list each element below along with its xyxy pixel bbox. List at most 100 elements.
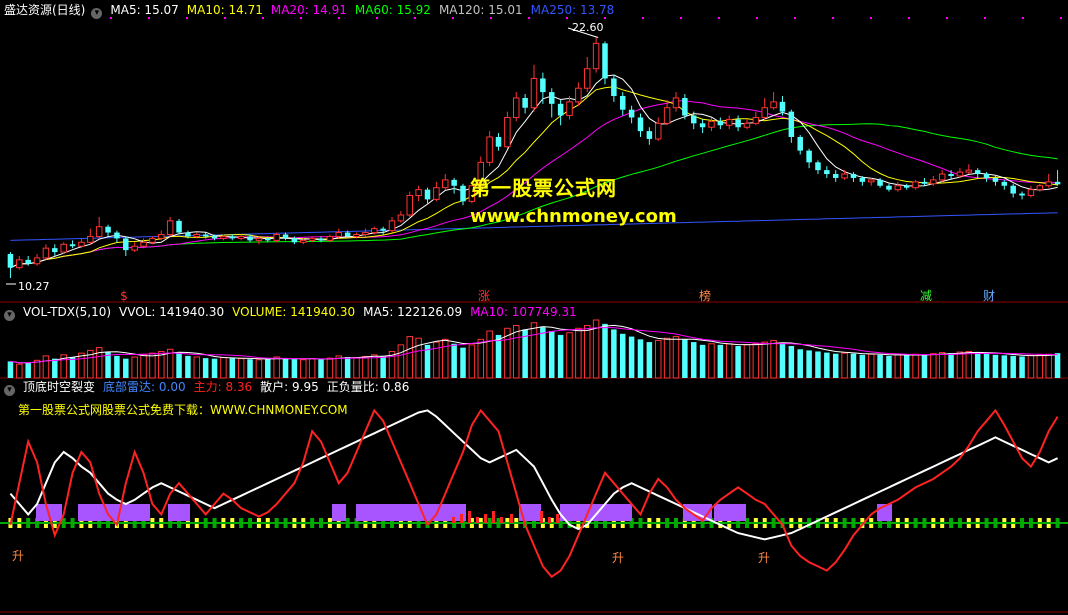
candle-body	[353, 234, 360, 237]
candle-body	[371, 228, 378, 234]
volume-bar	[797, 349, 803, 378]
volume-bar	[566, 332, 573, 379]
candle-body	[308, 237, 316, 241]
candle-body	[540, 78, 546, 93]
candle-body	[637, 117, 644, 132]
volume-bar	[1054, 353, 1061, 378]
top-marker-dot	[718, 17, 720, 19]
candle-body	[344, 232, 351, 237]
candle-body	[433, 187, 440, 200]
candle-body	[938, 173, 946, 181]
event-marker: 涨	[478, 288, 490, 303]
collapse-circle-icon[interactable]: ▾	[4, 385, 15, 396]
volume-bar	[211, 358, 218, 378]
candle-body	[886, 185, 892, 190]
candle-body	[16, 259, 23, 269]
volume-bar	[930, 353, 937, 379]
volume-bar	[965, 350, 973, 379]
candle-body	[300, 239, 307, 243]
volume-bar	[841, 352, 848, 379]
top-marker-dot	[832, 17, 834, 19]
candle-body	[983, 174, 990, 178]
candle-body	[965, 169, 973, 173]
low-price-label: 10.27	[18, 280, 50, 293]
rise-signal: 升	[612, 551, 624, 565]
volume-title: VOL-TDX(5,10)	[23, 305, 112, 319]
volume-bar	[123, 358, 129, 378]
volume-bar	[682, 339, 688, 378]
candle-body	[247, 236, 253, 241]
candle-body	[690, 115, 697, 124]
volume-bar	[575, 327, 582, 379]
volume-bar	[406, 336, 414, 379]
candle-body	[415, 189, 422, 196]
signal-bar	[492, 511, 495, 523]
candle-body	[725, 118, 733, 126]
volume-bar	[1001, 355, 1008, 378]
volume-legend: VVOL: 141940.30 VOLUME: 141940.30 MA5: 122…	[119, 305, 585, 319]
candle-body	[806, 150, 812, 163]
top-marker-dot	[984, 17, 986, 19]
candle-body	[797, 136, 803, 151]
candle-body	[60, 243, 67, 253]
volume-bar	[903, 355, 910, 378]
candle-body	[1045, 181, 1052, 187]
signal-bar	[484, 514, 487, 523]
candle-body	[992, 177, 999, 182]
top-marker-dot	[756, 17, 758, 19]
volume-bar	[938, 352, 946, 379]
candle-body	[52, 248, 58, 253]
candle-body	[654, 122, 662, 140]
signal-bar	[476, 517, 479, 523]
candle-body	[566, 101, 573, 117]
top-marker-dot	[946, 17, 948, 19]
volume-bar	[176, 352, 182, 378]
candle-body	[380, 228, 386, 231]
collapse-circle-icon[interactable]: ▾	[91, 8, 103, 19]
candle-body	[1001, 181, 1008, 186]
signal-bar	[540, 511, 543, 523]
signal-bar	[510, 514, 513, 523]
collapse-circle-icon[interactable]: ▾	[4, 310, 15, 321]
volume-bar	[530, 322, 538, 379]
candle-body	[832, 174, 839, 178]
stock-chart-window: $ 涨榜减财升升升 盛达资源(日线) ▾ MA5: 15.07 MA10: 14.71 M…	[0, 0, 1068, 615]
watermark-url: www.chnmoney.com	[470, 206, 677, 227]
candle-body	[193, 234, 201, 237]
candle-body	[282, 234, 289, 239]
volume-bar	[460, 347, 466, 378]
candle-body	[265, 238, 271, 241]
volume-bar	[557, 334, 564, 378]
candle-body	[903, 185, 910, 188]
candle-body	[255, 237, 263, 241]
volume-bar	[859, 354, 866, 378]
volume-bar	[743, 344, 751, 379]
indicator-title: 顶底时空裂变	[23, 380, 96, 394]
volume-bar	[806, 350, 812, 378]
candle-body	[628, 109, 635, 118]
candle-body	[291, 238, 298, 243]
candle-body	[114, 232, 120, 239]
candle-body	[530, 77, 538, 109]
volume-bar	[628, 336, 635, 378]
volume-bar	[25, 362, 31, 378]
candle-body	[442, 179, 449, 189]
volume-bar	[42, 355, 50, 379]
volume-bar	[486, 330, 493, 379]
indicator-legend-item: 主力: 8.36	[193, 380, 253, 394]
candle-body	[140, 241, 147, 247]
indicator-legend-item: 散户: 9.95	[260, 380, 319, 394]
volume-bar	[974, 352, 981, 378]
volume-legend-item: MA5: 122126.09	[363, 305, 463, 319]
volume-bar	[247, 359, 253, 378]
candle-body	[735, 119, 741, 128]
signal-bar	[468, 511, 471, 523]
candle-body	[912, 181, 919, 189]
candle-body	[1054, 181, 1061, 185]
volume-bar	[344, 357, 351, 378]
candle-body	[770, 101, 777, 109]
volume-bar	[867, 353, 875, 379]
volume-bar	[788, 345, 795, 378]
candle-body	[619, 96, 626, 110]
indicator-note: 第一股票公式网股票公式免费下载：WWW.CHNMONEY.COM	[18, 403, 348, 417]
